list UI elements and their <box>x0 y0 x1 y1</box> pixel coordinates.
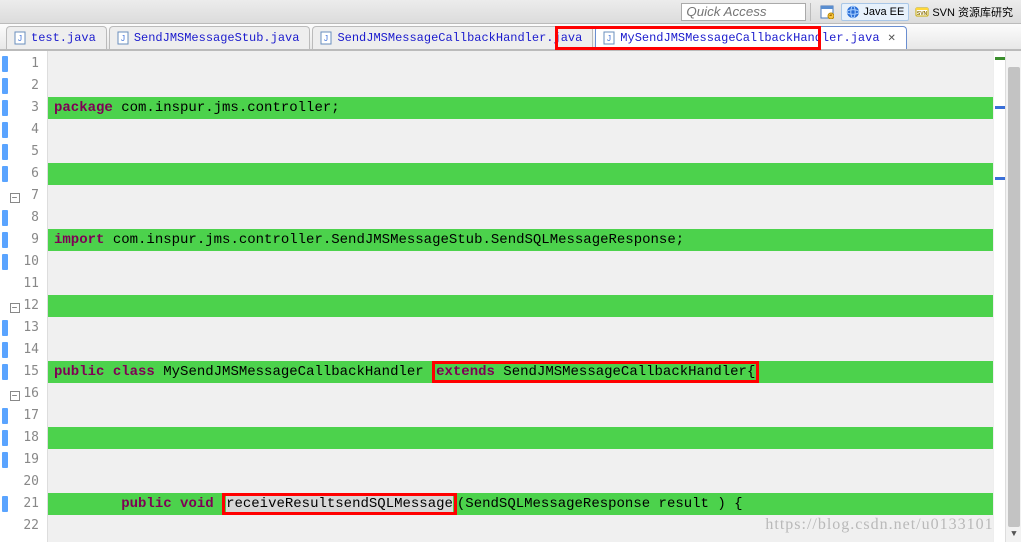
svg-text:J: J <box>607 34 611 43</box>
close-icon[interactable]: ✕ <box>888 33 896 44</box>
toolbar-separator <box>810 3 811 21</box>
perspective-icon <box>820 5 834 19</box>
line-number: 13 <box>0 317 47 339</box>
tab-label: test.java <box>31 31 96 45</box>
tab-label: SendJMSMessageStub.java <box>134 31 300 45</box>
line-number[interactable]: 16 <box>0 383 47 405</box>
java-ee-perspective[interactable]: Java EE <box>841 3 909 21</box>
tab-sendjmscbhandler[interactable]: J SendJMSMessageCallbackHandler.java <box>312 26 593 49</box>
svn-label: SVN 资源库研究 <box>932 4 1013 20</box>
gutter: 1 2 3 4 5 6 7 8 9 10 11 12 13 14 15 16 1… <box>0 51 48 542</box>
java-file-icon: J <box>602 31 616 45</box>
top-toolbar: Java EE SVN SVN 资源库研究 <box>0 0 1021 24</box>
line-number[interactable]: 7 <box>0 185 47 207</box>
line-number: 15 <box>0 361 47 383</box>
java-file-icon: J <box>116 31 130 45</box>
svg-text:J: J <box>18 34 22 43</box>
svg-text:SVN: SVN <box>917 11 928 17</box>
line-number: 11 <box>0 273 47 295</box>
editor-tabs: J test.java J SendJMSMessageStub.java J … <box>0 24 1021 50</box>
vertical-scrollbar[interactable]: ▲ ▼ <box>1005 51 1021 542</box>
line-number: 17 <box>0 405 47 427</box>
svg-text:J: J <box>121 34 125 43</box>
line-number: 8 <box>0 207 47 229</box>
quick-access-input[interactable] <box>681 3 806 21</box>
line-number: 9 <box>0 229 47 251</box>
code-line: package com.inspur.jms.controller; <box>48 97 1021 119</box>
line-number: 4 <box>0 119 47 141</box>
overview-ruler[interactable] <box>993 51 1005 542</box>
tab-test[interactable]: J test.java <box>6 26 107 49</box>
svg-text:J: J <box>324 34 328 43</box>
svn-perspective[interactable]: SVN SVN 资源库研究 <box>911 3 1017 21</box>
line-number[interactable]: 12 <box>0 295 47 317</box>
editor: 1 2 3 4 5 6 7 8 9 10 11 12 13 14 15 16 1… <box>0 50 1021 542</box>
code-area[interactable]: package com.inspur.jms.controller; impor… <box>48 51 1021 542</box>
open-perspective-button[interactable] <box>815 2 839 22</box>
tab-sendjmsstub[interactable]: J SendJMSMessageStub.java <box>109 26 311 49</box>
code-line <box>48 163 1021 185</box>
java-ee-label: Java EE <box>863 6 904 18</box>
line-number: 22 <box>0 515 47 537</box>
line-number: 19 <box>0 449 47 471</box>
tab-mysendjmscbhandler[interactable]: J MySendJMSMessageCallbackHandler.java ✕ <box>595 26 907 49</box>
line-number: 10 <box>0 251 47 273</box>
line-number: 2 <box>0 75 47 97</box>
java-file-icon: J <box>13 31 27 45</box>
code-line <box>48 295 1021 317</box>
line-number: 21 <box>0 493 47 515</box>
line-number: 14 <box>0 339 47 361</box>
line-number: 1 <box>0 53 47 75</box>
code-line <box>48 427 1021 449</box>
svn-icon: SVN <box>915 5 929 19</box>
line-number: 3 <box>0 97 47 119</box>
code-line: import com.inspur.jms.controller.SendJMS… <box>48 229 1021 251</box>
java-ee-icon <box>846 5 860 19</box>
line-number: 6 <box>0 163 47 185</box>
line-number: 20 <box>0 471 47 493</box>
code-line: public class MySendJMSMessageCallbackHan… <box>48 361 1021 383</box>
tab-label: SendJMSMessageCallbackHandler.java <box>337 31 582 45</box>
tab-label: MySendJMSMessageCallbackHandler.java <box>620 31 879 45</box>
line-number: 5 <box>0 141 47 163</box>
line-number: 18 <box>0 427 47 449</box>
watermark: https://blog.csdn.net/u013310119 <box>765 514 1011 536</box>
scroll-thumb[interactable] <box>1008 67 1020 527</box>
code-line: public void receiveResultsendSQLMessage(… <box>48 493 1021 515</box>
java-file-icon: J <box>319 31 333 45</box>
scroll-down-icon[interactable]: ▼ <box>1006 526 1021 542</box>
